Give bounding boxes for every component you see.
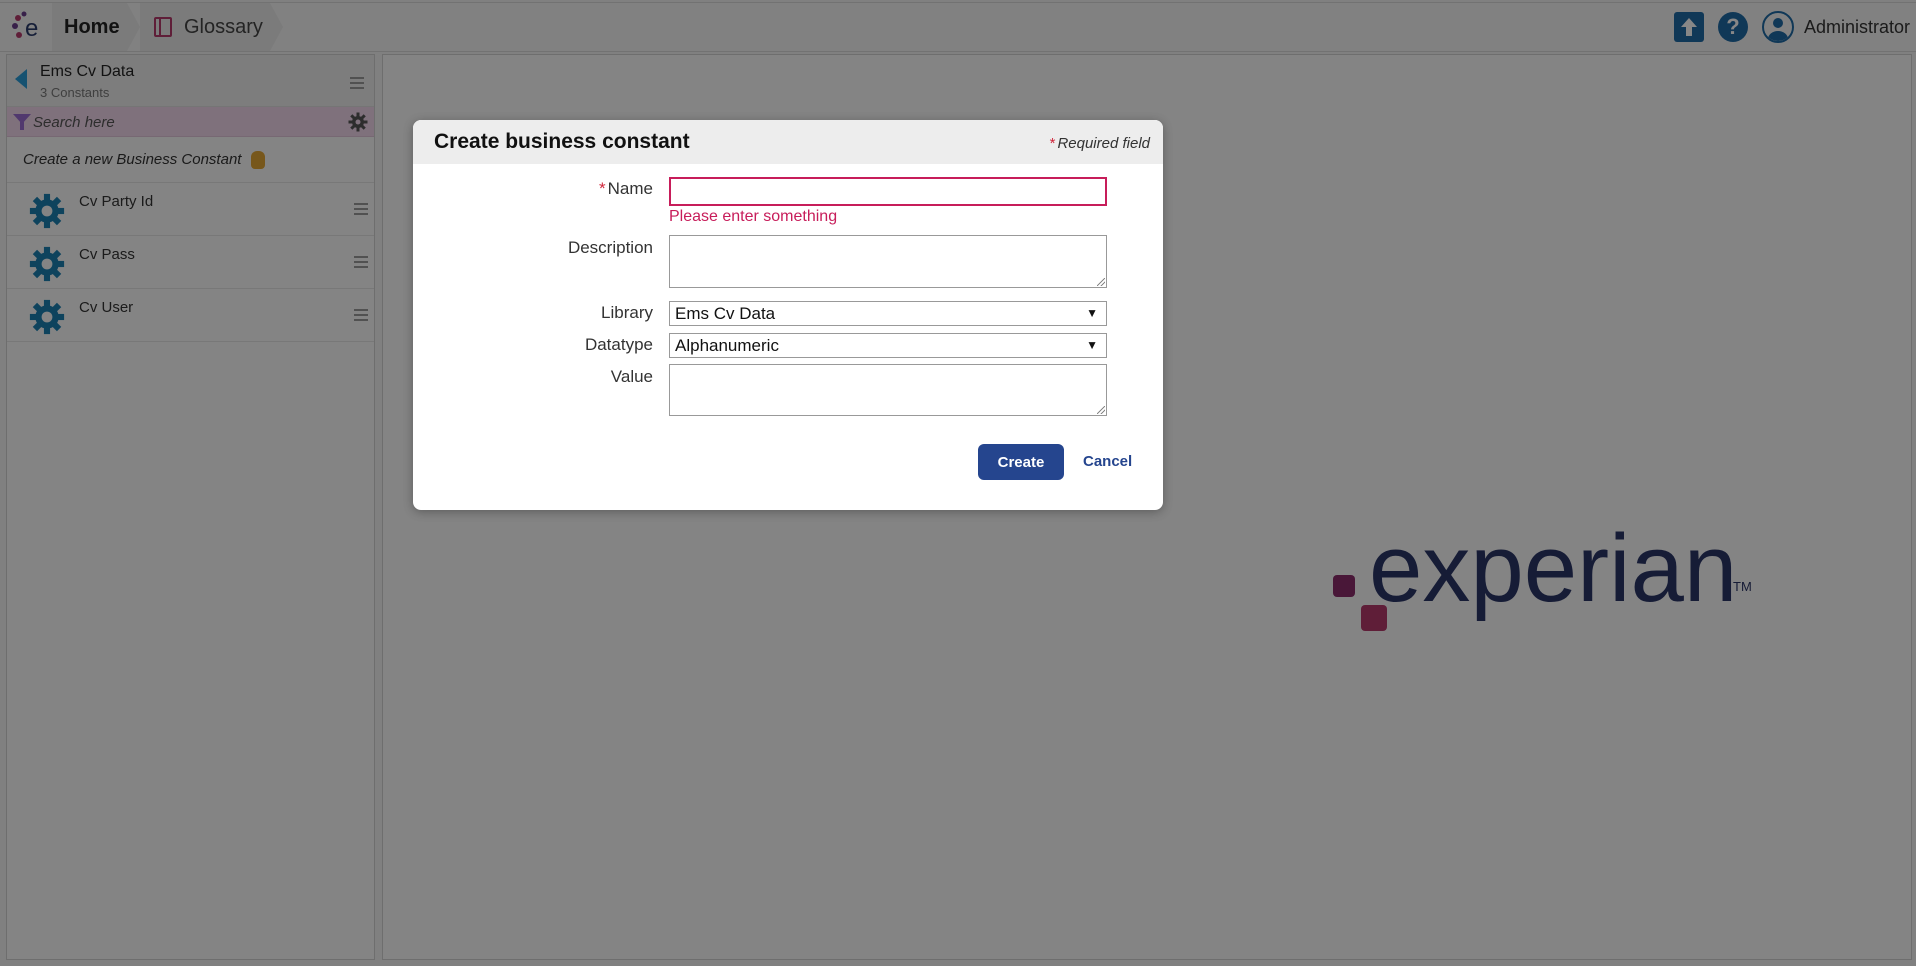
library-select-value: Ems Cv Data	[675, 304, 776, 323]
resize-grip-icon[interactable]	[1097, 406, 1105, 414]
value-field[interactable]	[669, 364, 1107, 416]
name-field[interactable]	[669, 177, 1107, 206]
resize-grip-icon[interactable]	[1097, 278, 1105, 286]
dialog-title: Create business constant	[434, 130, 690, 153]
name-error-message: Please enter something	[669, 208, 838, 225]
name-label-text: Name	[607, 179, 653, 198]
dialog-header: Create business constant * Required field	[413, 120, 1163, 164]
library-label: Library	[601, 303, 653, 322]
required-field-label: Required field	[1057, 135, 1150, 152]
description-label: Description	[567, 238, 653, 257]
required-field-note: * Required field	[1050, 135, 1150, 152]
dropdown-arrow-icon: ▼	[1086, 338, 1098, 352]
datatype-select-value: Alphanumeric	[675, 336, 779, 355]
cancel-button[interactable]: Cancel	[1083, 453, 1132, 470]
dropdown-arrow-icon: ▼	[1086, 306, 1098, 320]
name-label: * Name	[599, 179, 653, 199]
create-constant-dialog: Create business constant * Required field…	[413, 120, 1163, 510]
required-star: *	[599, 179, 606, 198]
required-star: *	[1049, 135, 1056, 152]
value-label: Value	[610, 367, 653, 386]
create-button[interactable]: Create	[978, 444, 1064, 480]
library-select[interactable]: Ems Cv Data ▼	[669, 301, 1107, 326]
datatype-label: Datatype	[584, 335, 653, 354]
datatype-select[interactable]: Alphanumeric ▼	[669, 333, 1107, 358]
description-field[interactable]	[669, 235, 1107, 288]
